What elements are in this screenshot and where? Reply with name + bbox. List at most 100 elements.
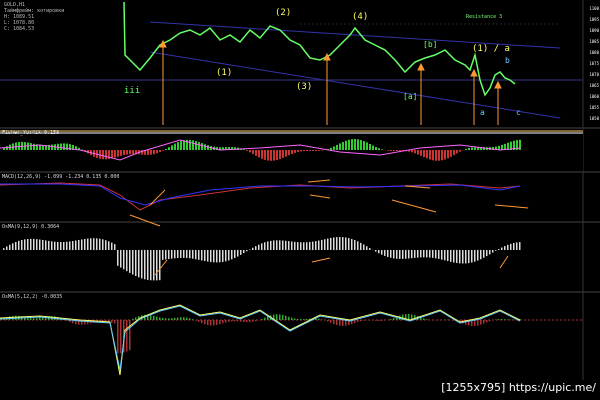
- price-tag: 1100: [589, 6, 599, 11]
- osma2-bar: [252, 320, 254, 322]
- price-tag: 1080: [589, 50, 599, 55]
- osma-bar: [234, 250, 236, 259]
- osma-bar: [423, 250, 425, 258]
- osma-bar: [492, 250, 494, 253]
- osma2-bar: [306, 318, 308, 320]
- fisher-label: Fisher_Yur4ik 0.159: [2, 130, 60, 136]
- osma-bar: [303, 242, 305, 250]
- osma-bar: [366, 246, 368, 250]
- osma-bar: [483, 250, 485, 258]
- osma-bar: [393, 250, 395, 259]
- wave-bb: [b]: [423, 40, 438, 49]
- osma-bar: [321, 239, 323, 250]
- osma2-bar: [504, 319, 506, 320]
- chart-info: GOLD,H1 Таймфрейм: котировки H: 1089.51 …: [4, 2, 65, 32]
- osma-bar: [375, 250, 377, 252]
- osma-bar: [420, 250, 422, 258]
- osma-bar: [519, 242, 521, 250]
- osma-bar: [6, 246, 8, 250]
- osma-bar: [348, 238, 350, 250]
- fisher-bar: [456, 150, 458, 154]
- fisher-bar: [156, 150, 158, 154]
- osma2-bar: [237, 320, 239, 322]
- osma-bar: [414, 250, 416, 258]
- osma-bar: [387, 250, 389, 257]
- osma-bar: [447, 250, 449, 262]
- osma-bar: [267, 241, 269, 250]
- osma-bar: [180, 250, 182, 258]
- osma-bar: [465, 250, 467, 264]
- osma2-bar: [231, 320, 233, 322]
- fisher-bar: [120, 150, 122, 156]
- osma2-bar: [111, 320, 113, 323]
- osma-bar: [237, 250, 239, 257]
- fisher-bar: [249, 150, 251, 153]
- fisher-bar: [60, 143, 62, 150]
- osma-bar: [501, 247, 503, 250]
- fisher-bar: [192, 140, 194, 150]
- osma-bar: [315, 241, 317, 250]
- osma-bar: [150, 250, 152, 281]
- osma2-bar: [288, 316, 290, 320]
- osma-bar: [510, 243, 512, 250]
- fisher-bar: [399, 150, 401, 151]
- fisher-bar: [252, 150, 254, 155]
- osma2-bar: [126, 320, 128, 352]
- osma2-bar: [480, 320, 482, 325]
- fisher-bar: [393, 150, 395, 152]
- osma-bar: [456, 250, 458, 264]
- osma-bar: [462, 250, 464, 264]
- osma2-bar: [189, 318, 191, 320]
- fisher-bar: [18, 141, 20, 150]
- chart-canvas[interactable]: [0, 0, 600, 400]
- fisher-bar: [165, 148, 167, 150]
- fisher-bar: [132, 150, 134, 155]
- osma-bar: [15, 241, 17, 250]
- fisher-bar: [3, 148, 5, 150]
- osma2-bar: [243, 320, 245, 322]
- osma-bar: [333, 237, 335, 250]
- osma-bar: [147, 250, 149, 280]
- osma-bar: [216, 250, 218, 263]
- osma2-bar: [321, 319, 323, 320]
- osma-bar: [192, 250, 194, 259]
- fisher-bar: [348, 139, 350, 150]
- osma2-bar: [330, 320, 332, 323]
- osma-bar: [516, 242, 518, 250]
- osma-bar: [225, 250, 227, 262]
- osma2-bar: [165, 318, 167, 320]
- osma-bar: [96, 238, 98, 250]
- osma-bar: [45, 240, 47, 250]
- fisher-bar: [180, 140, 182, 150]
- price-tag: 1050: [589, 116, 599, 121]
- osma-bar: [198, 250, 200, 260]
- fisher-bar: [198, 142, 200, 150]
- osma-bar: [87, 238, 89, 250]
- osma-bar: [162, 250, 164, 260]
- osma2-bar: [360, 320, 362, 322]
- osma2-bar: [222, 320, 224, 324]
- fisher-bar: [273, 150, 275, 161]
- osma2-bar: [177, 317, 179, 320]
- osma-bar: [411, 250, 413, 259]
- osma-bar: [168, 250, 170, 260]
- osma2-bar: [285, 315, 287, 320]
- fisher-bar: [147, 150, 149, 155]
- fisher-bar: [285, 150, 287, 157]
- osma-bar: [444, 250, 446, 261]
- osma2-bar: [318, 318, 320, 320]
- osma2-bar: [150, 315, 152, 320]
- osma-bar: [33, 238, 35, 250]
- fisher-bar: [204, 144, 206, 150]
- fisher-bar: [162, 150, 164, 151]
- osma-bar: [123, 250, 125, 270]
- osma-bar: [24, 239, 26, 250]
- fisher-bar: [363, 141, 365, 150]
- osma2-bar: [114, 320, 116, 324]
- fisher-bar: [372, 145, 374, 150]
- osma-bar: [507, 244, 509, 250]
- osma-bar: [108, 241, 110, 250]
- osma2-bar: [483, 320, 485, 324]
- fisher-bar: [357, 139, 359, 150]
- osma-bar: [207, 250, 209, 262]
